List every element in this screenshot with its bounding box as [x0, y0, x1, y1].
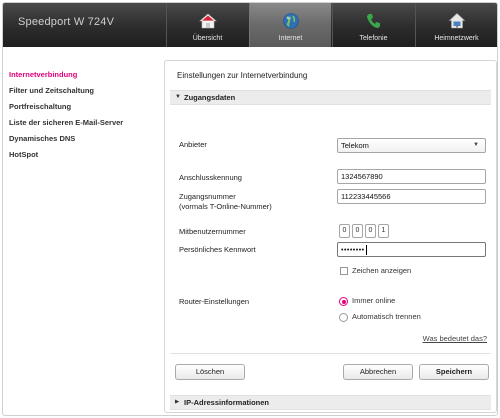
anbieter-select[interactable]: Telekom ▼ [337, 138, 486, 153]
tab-heimnetzwerk-label: Heimnetzwerk [434, 35, 479, 42]
tab-internet[interactable]: Internet [249, 3, 331, 47]
tab-heimnetzwerk[interactable]: Heimnetzwerk [415, 3, 497, 47]
tab-telefonie-label: Telefonie [359, 35, 388, 42]
home-network-icon [448, 12, 466, 30]
anbieter-value: Telekom [341, 141, 369, 150]
speichern-button[interactable]: Speichern [419, 364, 489, 380]
section-zugangsdaten-label: Zugangsdaten [184, 93, 236, 102]
zeichen-anzeigen-checkbox[interactable] [340, 267, 348, 275]
sidebar-item-hotspot[interactable]: HotSpot [9, 147, 159, 163]
kennwort-value: •••••••• [341, 247, 365, 254]
chevron-down-icon: ▼ [473, 142, 479, 148]
mitbenutzer-digit-2[interactable]: 0 [352, 224, 363, 238]
divider [170, 353, 491, 354]
tab-uebersicht-label: Übersicht [192, 35, 223, 42]
globe-icon [282, 12, 300, 30]
page-title: Einstellungen zur Internetverbindung [177, 71, 308, 80]
section-ip-header[interactable]: ▶ IP-Adressinformationen [170, 395, 491, 410]
settings-panel: Einstellungen zur Internetverbindung ▼ Z… [164, 60, 497, 413]
sidebar-item-dyndns[interactable]: Dynamisches DNS [9, 131, 159, 147]
mitbenutzernummer-label: Mitbenutzernummer [179, 227, 246, 236]
phone-icon [365, 12, 383, 30]
mitbenutzer-digit-4[interactable]: 1 [378, 224, 389, 238]
house-icon [199, 12, 217, 30]
mitbenutzer-digit-1[interactable]: 0 [339, 224, 350, 238]
anschlusskennung-label: Anschlusskennung [179, 173, 242, 182]
brand-title: Speedport W 724V [18, 16, 115, 28]
router-einstellungen-label: Router-Einstellungen [179, 297, 250, 306]
tab-uebersicht[interactable]: Übersicht [166, 3, 248, 47]
help-link[interactable]: Was bedeutet das? [423, 334, 487, 343]
sidebar-item-portfreischaltung[interactable]: Portfreischaltung [9, 99, 159, 115]
tab-internet-label: Internet [278, 35, 303, 42]
kennwort-input[interactable]: •••••••• [337, 242, 486, 257]
zugangsnummer-sublabel: (vormals T-Online-Nummer) [179, 202, 272, 211]
sidebar: Internetverbindung Filter und Zeitschalt… [9, 67, 159, 163]
sidebar-item-internetverbindung[interactable]: Internetverbindung [9, 67, 159, 83]
text-cursor [365, 245, 367, 256]
tab-telefonie[interactable]: Telefonie [332, 3, 414, 47]
radio-automatisch-trennen-label[interactable]: Automatisch trennen [352, 312, 421, 321]
zugangsnummer-label: Zugangsnummer [179, 192, 236, 201]
top-navigation-bar: Speedport W 724V Übersicht Internet Tele… [3, 3, 497, 47]
section-zugangsdaten-header[interactable]: ▼ Zugangsdaten [170, 90, 491, 105]
zeichen-anzeigen-label[interactable]: Zeichen anzeigen [352, 266, 411, 275]
anbieter-label: Anbieter [179, 140, 207, 149]
radio-immer-online-label[interactable]: Immer online [352, 296, 395, 305]
loeschen-button[interactable]: Löschen [175, 364, 245, 380]
radio-automatisch-trennen[interactable] [339, 313, 348, 322]
app-window: Speedport W 724V Übersicht Internet Tele… [2, 2, 498, 416]
radio-immer-online[interactable] [339, 297, 348, 306]
kennwort-label: Persönliches Kennwort [179, 245, 256, 254]
zugangsnummer-input[interactable]: 112233445566 [337, 189, 486, 204]
anschlusskennung-input[interactable]: 1324567890 [337, 169, 486, 184]
abbrechen-button[interactable]: Abbrechen [343, 364, 413, 380]
mitbenutzer-digit-3[interactable]: 0 [365, 224, 376, 238]
triangle-down-icon: ▼ [175, 94, 181, 100]
sidebar-item-filter[interactable]: Filter und Zeitschaltung [9, 83, 159, 99]
sidebar-item-email-server[interactable]: Liste der sicheren E-Mail-Server [9, 115, 159, 131]
triangle-right-icon: ▶ [175, 399, 180, 405]
section-ip-label: IP-Adressinformationen [184, 398, 270, 407]
